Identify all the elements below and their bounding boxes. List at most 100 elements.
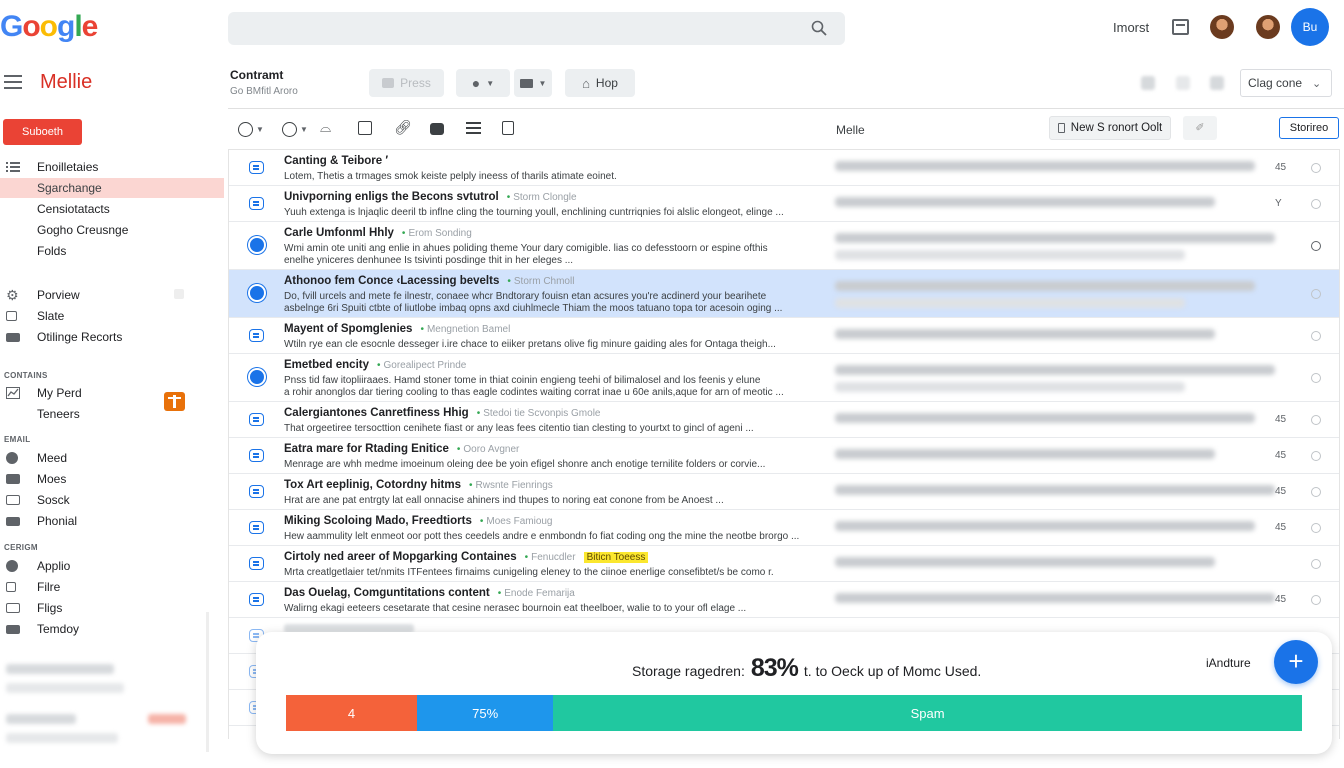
calendar-icon[interactable]: [1172, 19, 1189, 35]
email-row[interactable]: Eatra mare for Rtading Enitice • Ooro Avgn…: [229, 438, 1339, 474]
star-icon[interactable]: [1311, 451, 1321, 461]
email-subject: Miking Scoloing Mado, Freedtiorts • Moes F…: [284, 515, 553, 527]
subject-text: Das Ouelag, Comguntitations content: [284, 587, 490, 599]
mail-icon[interactable]: [249, 521, 264, 534]
star-icon[interactable]: [1311, 163, 1321, 173]
hop-button[interactable]: ⌂ Hop: [565, 69, 635, 97]
contact-avatar[interactable]: [1256, 15, 1280, 39]
storage-segment: 4: [286, 695, 418, 731]
print-icon[interactable]: [430, 123, 444, 135]
highlight-badge: Biticn Toeess: [583, 552, 649, 563]
email-row[interactable]: Das Ouelag, Comguntitations content • Enod…: [229, 582, 1339, 618]
import-link[interactable]: Imorst: [1113, 20, 1149, 35]
search-button[interactable]: Storireo: [1279, 117, 1339, 139]
storage-panel: Storage ragedren: 83% t. to Oeck up of M…: [256, 632, 1332, 754]
email-subject: Canting & Teibore ′: [284, 155, 388, 167]
search-icon[interactable]: [811, 20, 827, 36]
tag-text: Enode Femarija: [504, 588, 575, 599]
pen-icon[interactable]: ✐: [1183, 116, 1217, 140]
unread-dot-icon[interactable]: [250, 286, 264, 300]
email-subject: Mayent of Spomglenies • Mengnetion Bamel: [284, 323, 510, 335]
email-row[interactable]: Cirtoly ned areer of Mopgarking Containe…: [229, 546, 1339, 582]
mail-icon[interactable]: [249, 593, 264, 606]
google-logo[interactable]: Google: [0, 10, 98, 44]
apps-icon[interactable]: [1141, 76, 1155, 90]
mail-icon[interactable]: [249, 413, 264, 426]
email-row[interactable]: Carle Umfonml Hhly • Erom Sonding Wmi amin …: [229, 222, 1339, 270]
press-button[interactable]: Press: [369, 69, 444, 97]
expand-icon[interactable]: [174, 289, 184, 299]
menu-icon[interactable]: [4, 75, 22, 89]
sidebar-item-label: Applio: [37, 559, 71, 573]
sidebar-item-label: Sgarchange: [37, 181, 102, 195]
email-snippet-line2: asbelnge 6ri Spuiti ctbte of liutlobe im…: [284, 303, 783, 314]
star-icon[interactable]: [1311, 199, 1321, 209]
star-icon[interactable]: [1311, 559, 1321, 569]
star-icon[interactable]: [1311, 289, 1321, 299]
gear-icon: ⚙: [6, 287, 19, 303]
select-all-dropdown[interactable]: ▼: [238, 121, 264, 137]
link-icon[interactable]: 🔗︎: [394, 119, 412, 135]
document-icon[interactable]: [502, 121, 514, 135]
mail-icon[interactable]: [249, 485, 264, 498]
columns-icon[interactable]: [358, 121, 372, 135]
tag-dot-icon: •: [476, 408, 481, 419]
home-icon: ⌂: [582, 75, 590, 91]
email-row[interactable]: Tox Art eeplinig, Cotordny hitms • Rwsnte …: [229, 474, 1339, 510]
mail-icon[interactable]: [249, 161, 264, 174]
sender-tag: • Ooro Avgner: [457, 444, 519, 455]
email-count: 45: [1275, 486, 1287, 497]
account-avatar[interactable]: Bu: [1291, 8, 1329, 46]
email-row[interactable]: Mayent of Spomglenies • Mengnetion Bamel Wt…: [229, 318, 1339, 354]
menu-lines-icon[interactable]: [466, 122, 481, 138]
help-icon[interactable]: [1176, 76, 1190, 90]
mail-icon[interactable]: [249, 329, 264, 342]
sender-tag: • Stedoi tie Scvonpis Gmole: [477, 408, 601, 419]
star-icon[interactable]: [1311, 523, 1321, 533]
settings-icon[interactable]: [1210, 76, 1224, 90]
sidebar-scrollbar[interactable]: [206, 612, 209, 752]
sender-tag: • Erom Sonding: [402, 228, 472, 239]
mail-icon[interactable]: [249, 557, 264, 570]
compose-button[interactable]: Suboeth: [3, 119, 82, 145]
people-dropdown[interactable]: ● ▼: [456, 69, 510, 97]
unread-dot-icon[interactable]: [250, 370, 264, 384]
view-dropdown[interactable]: ▼: [514, 69, 552, 97]
email-count: 45: [1275, 594, 1287, 605]
email-row[interactable]: Emetbed encity • Gorealipect Prinde Pnss ti…: [229, 354, 1339, 402]
list-icon: [6, 162, 20, 172]
star-icon[interactable]: [1311, 595, 1321, 605]
mail-icon[interactable]: [249, 449, 264, 462]
new-report-button[interactable]: New S ronort Oolt: [1049, 116, 1171, 140]
mail-icon[interactable]: [249, 197, 264, 210]
star-icon[interactable]: [1311, 415, 1321, 425]
filter-dropdown[interactable]: ▼: [282, 121, 308, 137]
brush-icon[interactable]: ⌓: [320, 119, 331, 135]
email-row[interactable]: Univporning enligs the Becons svtutrol • S…: [229, 186, 1339, 222]
blurred-preview: [835, 521, 1255, 531]
star-icon[interactable]: [1311, 373, 1321, 383]
unread-dot-icon[interactable]: [250, 238, 264, 252]
sidebar-item-active[interactable]: Sgarchange: [0, 178, 224, 198]
star-icon[interactable]: [1311, 487, 1321, 497]
search-input[interactable]: [228, 12, 845, 45]
blurred-preview: [835, 593, 1275, 603]
sidebar-item-label: Gogho Creusnge: [37, 223, 129, 237]
subject-text: Eatra mare for Rtading Enitice: [284, 443, 449, 455]
gift-icon[interactable]: [164, 392, 185, 411]
email-row[interactable]: Miking Scoloing Mado, Freedtiorts • Moes F…: [229, 510, 1339, 546]
folder-title: Contramt: [230, 68, 284, 82]
blurred-preview: [835, 298, 1185, 308]
blurred-preview: [835, 161, 1255, 171]
contact-avatar[interactable]: [1210, 15, 1234, 39]
tag-dot-icon: •: [401, 228, 406, 239]
add-button[interactable]: +: [1274, 640, 1318, 684]
email-row[interactable]: Athonoo fem Conce ‹Lacessing bevelts • Sto…: [229, 270, 1339, 318]
sort-select[interactable]: Clag cone ⌄: [1240, 69, 1332, 97]
email-row[interactable]: Calergiantones Canretfiness Hhig • Stedoi …: [229, 402, 1339, 438]
star-icon[interactable]: [1311, 241, 1321, 251]
star-icon[interactable]: [1311, 331, 1321, 341]
email-row[interactable]: Canting & Teibore ′ Lotem, Thetis a trmag…: [229, 150, 1339, 186]
sidebar-item-label: Sosck: [37, 493, 70, 507]
sidebar-item-label: My Perd: [37, 386, 82, 400]
